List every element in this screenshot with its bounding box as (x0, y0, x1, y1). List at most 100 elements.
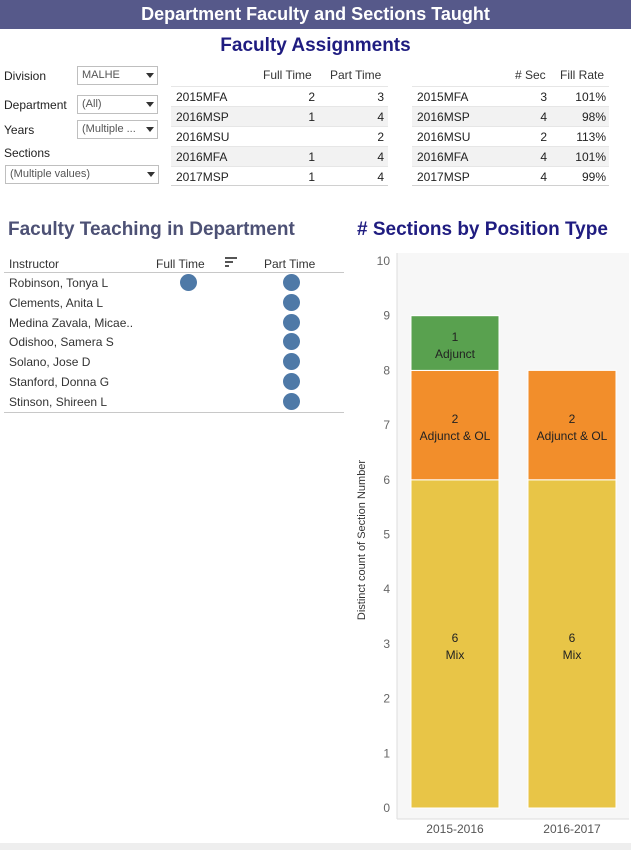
term-cell: 2016MFA (176, 150, 228, 164)
data-label: 2 (569, 412, 576, 426)
sec-count-cell: 3 (540, 90, 547, 104)
part-time-cell: 4 (377, 170, 384, 184)
y-tick-label: 4 (383, 582, 390, 596)
table-row[interactable]: 2015MFA 2 3 (171, 86, 388, 106)
department-label: Department (4, 98, 67, 112)
part-time-cell: 3 (377, 90, 384, 104)
col-num-sec: # Sec (515, 68, 546, 82)
sections-dropdown[interactable]: (Multiple values) (5, 165, 159, 184)
chevron-down-icon (147, 172, 155, 177)
table-row[interactable]: 2016MSU 2 113% (412, 126, 609, 146)
x-tick-label: 2016-2017 (543, 822, 601, 836)
chevron-down-icon (146, 73, 154, 78)
y-tick-label: 3 (383, 637, 390, 651)
data-label: 6 (452, 631, 459, 645)
list-item[interactable]: Medina Zavala, Micae.. (4, 313, 344, 333)
data-label: 2 (452, 412, 459, 426)
bar-segment (527, 479, 617, 809)
part-time-dot[interactable] (283, 392, 300, 410)
term-cell: 2017MSP (176, 170, 229, 184)
series-label: Adjunct & OL (537, 429, 608, 443)
page-subtitle: Faculty Assignments (220, 35, 411, 56)
faculty-table: Instructor Full Time Part Time Robinson,… (4, 256, 344, 413)
full-time-cell: 1 (308, 150, 315, 164)
instructor-name: Robinson, Tonya L (9, 276, 109, 290)
y-tick-label: 8 (383, 363, 390, 377)
department-dropdown[interactable]: (All) (77, 95, 158, 114)
dashboard-banner: Department Faculty and Sections Taught (0, 0, 631, 29)
series-label: Adjunct (435, 347, 476, 361)
table-row[interactable]: 2016MSP 4 98% (412, 106, 609, 126)
part-time-cell: 4 (377, 150, 384, 164)
col-part-time: Part Time (330, 68, 382, 82)
division-dropdown[interactable]: MALHE (77, 66, 158, 85)
part-time-dot[interactable] (283, 313, 300, 331)
fill-rate-table: # Sec Fill Rate 2015MFA 3 101% 2016MSP 4 98% 2… (412, 66, 609, 186)
instructor-name: Stinson, Shireen L (9, 394, 108, 409)
years-label: Years (4, 123, 35, 137)
data-label: 6 (569, 631, 576, 645)
table-row[interactable]: 2016MFA 1 4 (171, 146, 388, 166)
full-time-cell: 1 (308, 110, 315, 124)
series-label: Adjunct & OL (420, 429, 491, 443)
part-time-dot[interactable] (283, 353, 300, 371)
full-time-dot[interactable] (180, 274, 197, 291)
y-tick-label: 1 (383, 746, 390, 760)
part-time-dot[interactable] (283, 333, 300, 351)
bottom-bar (0, 843, 631, 850)
y-tick-label: 6 (383, 473, 390, 487)
part-time-cell: 2 (377, 130, 384, 144)
plot-background (397, 253, 629, 819)
y-tick-label: 0 (383, 801, 390, 815)
table-row[interactable]: 2017MSP 4 99% (412, 166, 609, 186)
list-item[interactable]: Clements, Anita L (4, 293, 344, 313)
department-value: (All) (82, 98, 102, 110)
col-full-time: Full Time (263, 68, 312, 82)
table-row[interactable]: 2015MFA 3 101% (412, 86, 609, 106)
list-item[interactable]: Stinson, Shireen L (4, 392, 344, 412)
instructor-name: Clements, Anita L (9, 295, 104, 310)
col-full-time: Full Time (156, 257, 205, 271)
term-cell: 2016MFA (417, 150, 469, 164)
fill-rate-cell: 98% (581, 110, 606, 124)
chevron-down-icon (146, 102, 154, 107)
series-label: Mix (563, 648, 582, 662)
term-cell: 2017MSP (417, 170, 470, 184)
fill-rate-cell: 101% (575, 90, 606, 104)
part-time-dot[interactable] (283, 274, 300, 291)
x-tick-label: 2015-2016 (426, 822, 484, 836)
table-row[interactable]: 2016MSU 2 (171, 126, 388, 146)
sec-count-cell: 4 (540, 150, 547, 164)
table-row[interactable]: 2017MSP 1 4 (171, 166, 388, 186)
col-fill-rate: Fill Rate (560, 68, 605, 82)
term-cell: 2015MFA (417, 90, 469, 104)
sections-label: Sections (4, 146, 51, 160)
col-part-time: Part Time (264, 257, 316, 271)
sec-count-cell: 4 (540, 170, 547, 184)
fill-rate-cell: 99% (581, 170, 606, 184)
fill-rate-cell: 113% (576, 130, 606, 144)
chart-title: # Sections by Position Type (357, 219, 608, 240)
term-cell: 2016MSP (176, 110, 229, 124)
part-time-cell: 4 (377, 110, 384, 124)
y-tick-label: 9 (383, 309, 390, 323)
bar-segment (527, 369, 617, 481)
faculty-section-title: Faculty Teaching in Department (8, 219, 295, 240)
table-row[interactable]: 2016MSP 1 4 (171, 106, 388, 126)
sort-icon[interactable] (225, 257, 237, 267)
bar-segment (410, 479, 500, 809)
division-value: MALHE (82, 69, 120, 81)
table-row[interactable]: 2016MFA 4 101% (412, 146, 609, 166)
part-time-dot[interactable] (283, 293, 300, 311)
bar-segment (410, 369, 500, 481)
list-item[interactable]: Solano, Jose D (4, 352, 344, 372)
col-instructor: Instructor (9, 257, 60, 271)
list-item[interactable]: Stanford, Donna G (4, 372, 344, 392)
years-dropdown[interactable]: (Multiple ... (77, 120, 158, 139)
fill-rate-cell: 101% (575, 150, 606, 164)
list-item[interactable]: Odishoo, Samera S (4, 332, 344, 352)
list-item[interactable]: Robinson, Tonya L (4, 273, 344, 293)
part-time-dot[interactable] (283, 372, 300, 390)
term-cell: 2016MSU (417, 130, 471, 144)
series-label: Mix (446, 648, 465, 662)
